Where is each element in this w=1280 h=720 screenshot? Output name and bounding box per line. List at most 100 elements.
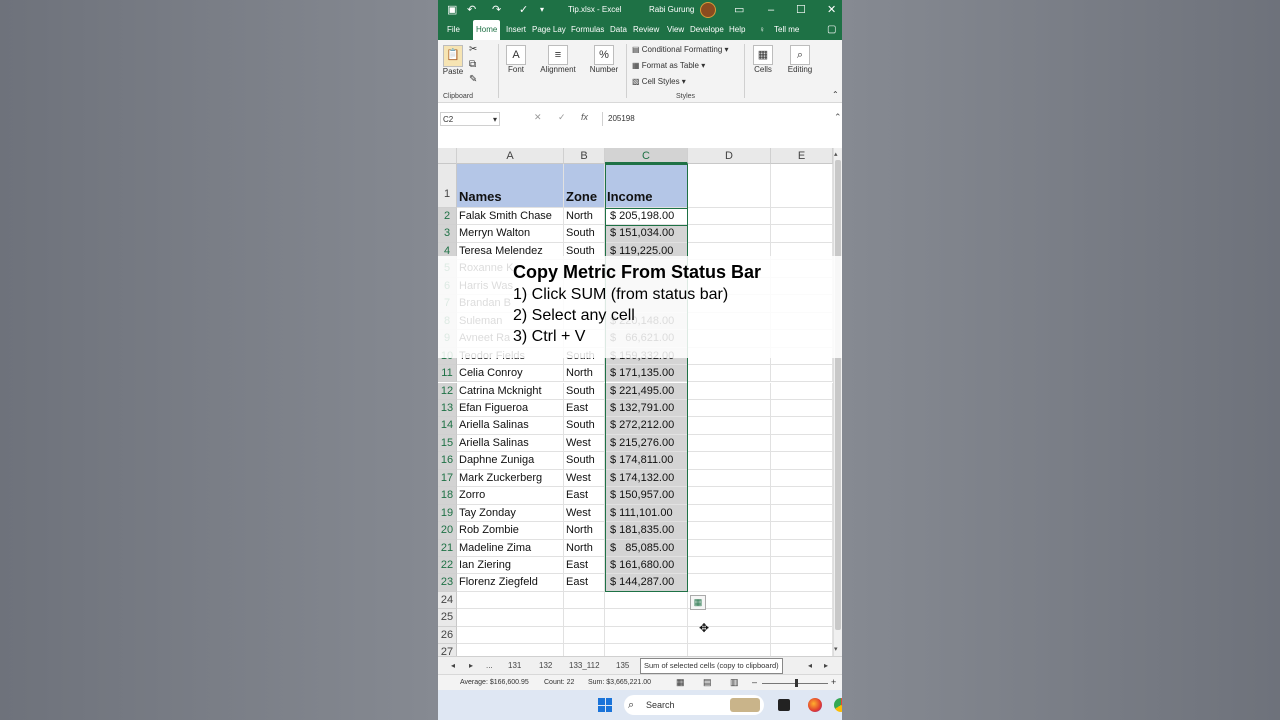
redo-icon[interactable]: ↷ xyxy=(492,3,501,17)
row-header[interactable]: 18 xyxy=(438,487,457,505)
undo-icon[interactable]: ↶ xyxy=(467,3,476,17)
tab-home[interactable]: Home xyxy=(473,20,501,40)
task-view-icon[interactable] xyxy=(778,699,790,711)
paste-button[interactable]: 📋 Paste xyxy=(442,45,464,76)
cell-name[interactable]: Mark Zuckerberg xyxy=(457,469,564,488)
cell-income[interactable]: $ 111,101.00 xyxy=(605,504,688,523)
column-header-b[interactable]: B xyxy=(564,148,605,164)
cell-empty[interactable] xyxy=(688,399,771,418)
cell-empty[interactable] xyxy=(564,609,605,627)
cell-empty[interactable] xyxy=(771,591,833,610)
tab-help[interactable]: Help xyxy=(726,20,748,40)
cell-income[interactable]: $ 144,287.00 xyxy=(605,574,688,592)
cell-zone[interactable]: South xyxy=(564,417,605,435)
number-button[interactable]: % Number xyxy=(588,45,620,74)
sheet-tab-133-112[interactable]: 133_112 xyxy=(569,660,600,672)
status-sum[interactable]: Sum: $3,665,221.00 xyxy=(588,679,651,686)
close-icon[interactable]: ✕ xyxy=(827,3,836,17)
row-header[interactable]: 21 xyxy=(438,539,457,557)
header-income[interactable]: Income xyxy=(605,164,688,208)
insert-function-icon[interactable]: fx xyxy=(581,112,588,122)
cell-empty[interactable] xyxy=(771,469,833,488)
scrollbar-thumb[interactable] xyxy=(835,160,841,630)
cell-empty[interactable] xyxy=(688,208,771,226)
tab-developer[interactable]: Develope xyxy=(687,20,727,40)
cell-empty[interactable] xyxy=(771,522,833,540)
cell-empty[interactable] xyxy=(564,626,605,645)
enter-icon[interactable]: ✓ xyxy=(558,112,566,123)
row-header[interactable]: 20 xyxy=(438,522,457,540)
tab-data[interactable]: Data xyxy=(607,20,630,40)
spellcheck-icon[interactable]: ✓ xyxy=(519,3,528,17)
cell-zone[interactable]: North xyxy=(564,539,605,557)
header-zone[interactable]: Zone xyxy=(564,164,605,208)
tab-review[interactable]: Review xyxy=(630,20,662,40)
cell-empty[interactable] xyxy=(771,382,833,400)
cell-zone[interactable]: East xyxy=(564,487,605,505)
column-header-a[interactable]: A xyxy=(457,148,564,164)
cell-income[interactable]: $ 272,212.00 xyxy=(605,417,688,435)
maximize-icon[interactable]: ☐ xyxy=(796,3,806,17)
cell-empty[interactable] xyxy=(564,591,605,610)
cell-name[interactable]: Daphne Zuniga xyxy=(457,452,564,470)
cell-income[interactable]: $ 171,135.00 xyxy=(605,365,688,383)
cell-name[interactable]: Florenz Ziegfeld xyxy=(457,574,564,592)
row-header[interactable]: 26 xyxy=(438,626,457,645)
cell-empty[interactable] xyxy=(688,225,771,243)
cell-income[interactable]: $ 174,811.00 xyxy=(605,452,688,470)
next-sheet-icon[interactable]: ▸ xyxy=(469,660,473,672)
cell-income[interactable]: $ 174,132.00 xyxy=(605,469,688,488)
cells-button[interactable]: ▦ Cells xyxy=(751,45,775,74)
cell-empty[interactable] xyxy=(688,417,771,435)
copy-icon[interactable]: ⧉ xyxy=(469,59,476,70)
cell-income[interactable]: $ 205,198.00 xyxy=(605,208,688,226)
tab-page-layout[interactable]: Page Lay xyxy=(529,20,569,40)
cell-empty[interactable] xyxy=(688,574,771,592)
cell-zone[interactable]: South xyxy=(564,225,605,243)
zoom-in-icon[interactable]: + xyxy=(831,677,836,687)
cell-empty[interactable] xyxy=(457,591,564,610)
cell-empty[interactable] xyxy=(771,487,833,505)
avatar[interactable] xyxy=(700,2,716,18)
cell-zone[interactable]: West xyxy=(564,434,605,453)
cell-empty[interactable] xyxy=(688,452,771,470)
column-header-c[interactable]: C xyxy=(605,148,688,164)
cell-zone[interactable]: North xyxy=(564,208,605,226)
cell-empty[interactable] xyxy=(688,164,771,208)
cell-empty[interactable] xyxy=(688,382,771,400)
sheet-tab-131[interactable]: 131 xyxy=(508,660,521,672)
row-header[interactable]: 2 xyxy=(438,208,457,226)
cell-name[interactable]: Efan Figueroa xyxy=(457,399,564,418)
cell-name[interactable]: Rob Zombie xyxy=(457,522,564,540)
cut-icon[interactable]: ✂ xyxy=(469,44,477,55)
select-all-corner[interactable] xyxy=(438,148,457,164)
row-header[interactable]: 14 xyxy=(438,417,457,435)
row-header[interactable]: 3 xyxy=(438,225,457,243)
lightbulb-icon[interactable]: ♀ xyxy=(756,20,768,40)
cell-zone[interactable]: South xyxy=(564,382,605,400)
minimize-icon[interactable]: – xyxy=(768,3,774,17)
row-header[interactable]: 19 xyxy=(438,504,457,523)
cell-zone[interactable]: East xyxy=(564,399,605,418)
cell-empty[interactable] xyxy=(771,434,833,453)
cell-empty[interactable] xyxy=(688,557,771,575)
row-header[interactable]: 11 xyxy=(438,365,457,383)
worksheet-grid[interactable]: A B C D E 1 Names Zone Income 2 Falak Smi… xyxy=(438,148,842,662)
cell-income[interactable]: $ 132,791.00 xyxy=(605,399,688,418)
windows-start-icon[interactable] xyxy=(598,698,612,712)
hscroll-left-icon[interactable]: ◂ xyxy=(808,660,812,672)
page-break-view-icon[interactable]: ▥ xyxy=(730,677,739,688)
cell-empty[interactable] xyxy=(605,591,688,610)
tab-formulas[interactable]: Formulas xyxy=(568,20,607,40)
cell-name[interactable]: Falak Smith Chase xyxy=(457,208,564,226)
cell-name[interactable]: Merryn Walton xyxy=(457,225,564,243)
cell-styles-button[interactable]: ▧ Cell Styles ▾ xyxy=(632,77,686,86)
name-box[interactable]: C2 ▾ xyxy=(440,112,500,126)
cell-income[interactable]: $ 161,680.00 xyxy=(605,557,688,575)
scroll-up-icon[interactable]: ▴ xyxy=(834,150,838,158)
tell-me-search[interactable]: Tell me xyxy=(771,20,802,40)
cell-empty[interactable] xyxy=(688,365,771,383)
tab-insert[interactable]: Insert xyxy=(503,20,529,40)
taskbar-search[interactable]: ⌕ Search xyxy=(624,695,764,715)
conditional-formatting-button[interactable]: ▤ Conditional Formatting ▾ xyxy=(632,45,729,54)
